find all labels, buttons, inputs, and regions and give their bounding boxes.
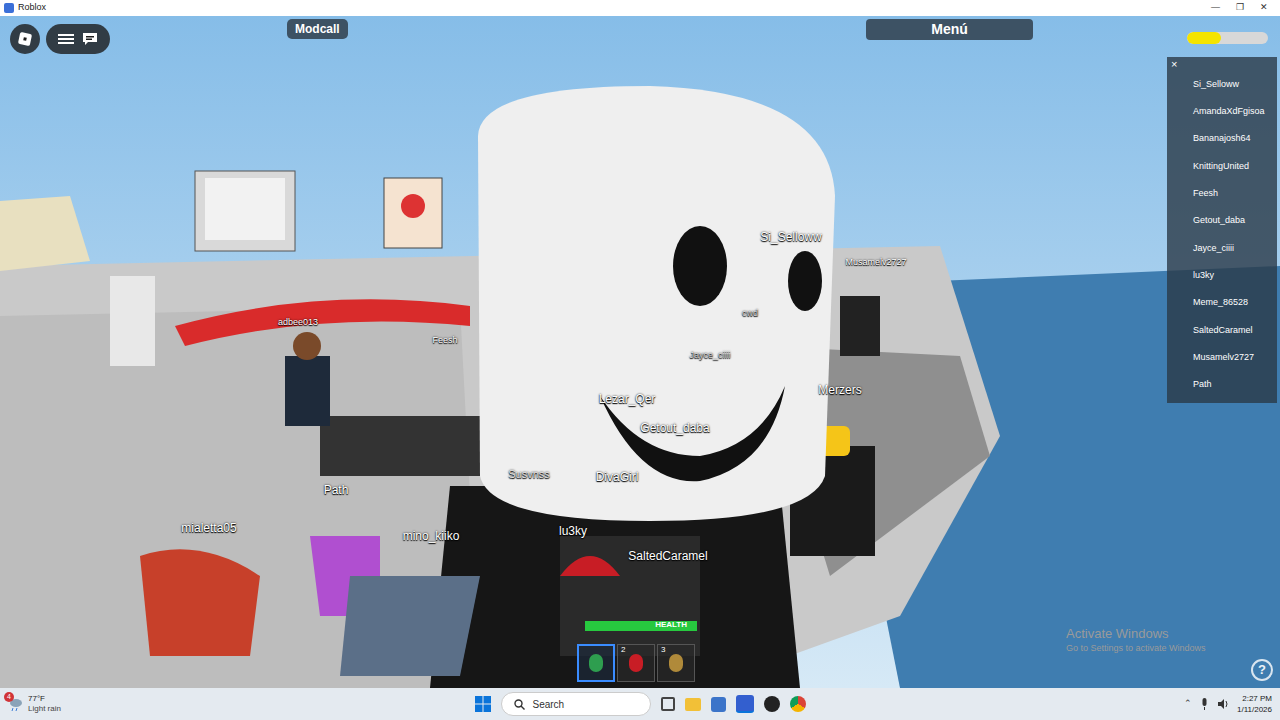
close-button[interactable]: × [1167, 57, 1277, 71]
clock-time[interactable]: 2:27 PM [1242, 693, 1272, 704]
player-row[interactable]: lu3ky [1167, 262, 1277, 289]
hamburger-icon[interactable] [58, 33, 74, 45]
modcall-button[interactable]: Modcall [287, 19, 348, 39]
taskbar: 4 77°F Light rain Search ⌃ 2:27 PM 1/11/… [0, 688, 1280, 720]
game-view[interactable]: Modcall Menú × Si_SellowwAmandaXdFgisoaB… [0, 16, 1280, 688]
chat-icon[interactable] [82, 32, 98, 46]
search-icon [514, 699, 525, 710]
player-name-tag: Jayce_ciiii [689, 349, 730, 363]
player-row[interactable]: KnittingUnited [1167, 153, 1277, 180]
window-title: Roblox [18, 1, 46, 15]
search-label: Search [533, 697, 565, 712]
volume-icon[interactable] [1217, 698, 1229, 710]
item-icon [669, 654, 683, 672]
close-button[interactable]: ✕ [1260, 1, 1268, 15]
player-row[interactable]: SaltedCaramel [1167, 317, 1277, 344]
item-icon [629, 654, 643, 672]
notification-badge: 4 [4, 692, 14, 702]
tray-chevron-icon[interactable]: ⌃ [1184, 697, 1192, 711]
roblox-app-icon [4, 3, 14, 13]
player-row[interactable]: Bananajosh64 [1167, 126, 1277, 153]
folder-icon[interactable] [685, 698, 701, 711]
scene-icon [0, 16, 1280, 688]
health-label: HEALTH [655, 620, 687, 630]
player-name-tag: DivaGirl [596, 468, 639, 486]
minimize-button[interactable]: — [1211, 1, 1220, 15]
watermark-title: Activate Windows [1066, 626, 1206, 642]
player-name-tag: Si_Selloww [760, 228, 821, 246]
hotbar-slot[interactable]: 3 [657, 644, 695, 682]
windows-start-icon[interactable] [475, 696, 491, 712]
slot-number: 2 [621, 646, 625, 654]
player-list: × Si_SellowwAmandaXdFgisoaBananajosh64Kn… [1167, 57, 1277, 403]
player-name-tag: Merzers [818, 381, 861, 399]
watermark-subtitle: Go to Settings to activate Windows [1066, 642, 1206, 654]
store-icon[interactable] [711, 697, 726, 712]
player-row[interactable]: Meme_86528 [1167, 289, 1277, 316]
player-row[interactable]: AmandaXdFgisoa [1167, 98, 1277, 125]
player-row[interactable]: Si_Selloww [1167, 71, 1277, 98]
task-view-icon[interactable] [661, 697, 675, 711]
player-name-tag: adbee013 [278, 316, 318, 330]
player-name-tag: Getout_daba [640, 419, 709, 437]
search-box[interactable]: Search [501, 692, 651, 716]
maximize-button[interactable]: ❐ [1236, 1, 1244, 15]
health-track: HEALTH [585, 621, 697, 631]
roblox-logo-icon [17, 31, 33, 47]
top-controls [46, 24, 110, 54]
player-row[interactable]: Jayce_ciiii [1167, 235, 1277, 262]
player-name-tag: Musamelv2727 [845, 256, 906, 270]
roblox-taskbar-icon[interactable] [736, 695, 754, 713]
hotbar-slot[interactable] [577, 644, 615, 682]
player-name-tag: mino_kiiko [403, 527, 460, 545]
menu-button[interactable]: Menú [866, 19, 1033, 40]
clock-date[interactable]: 1/11/2026 [1237, 704, 1272, 715]
temperature: 77°F [28, 694, 61, 704]
app-icon[interactable] [764, 696, 780, 712]
player-name-tag: cwd [742, 307, 758, 321]
player-name-tag: Lezar_Qer [599, 390, 656, 408]
item-icon [589, 654, 603, 672]
weather-label: Light rain [28, 704, 61, 714]
hotbar-slot[interactable]: 2 [617, 644, 655, 682]
title-bar: Roblox — ❐ ✕ [0, 0, 1280, 16]
meter-fill [1187, 32, 1221, 44]
microphone-icon[interactable] [1200, 698, 1209, 710]
chrome-icon[interactable] [790, 696, 806, 712]
roblox-menu-button[interactable] [10, 24, 40, 54]
player-name-tag: lu3ky [559, 522, 587, 540]
player-name-tag: Path [324, 481, 349, 499]
player-name-tag: SaltedCaramel [628, 547, 707, 565]
help-button[interactable]: ? [1251, 659, 1273, 681]
slot-number: 3 [661, 646, 665, 654]
meter-track [1187, 32, 1268, 44]
player-row[interactable]: Musamelv2727 [1167, 344, 1277, 371]
hotbar: 23 [577, 644, 695, 682]
weather-widget[interactable]: 4 77°F Light rain [8, 694, 208, 714]
player-name-tag: mialetta05 [181, 519, 236, 537]
player-row[interactable]: Feesh [1167, 180, 1277, 207]
player-name-tag: Feesh [432, 334, 457, 348]
player-row[interactable]: Path [1167, 371, 1277, 398]
player-name-tag: Susvnss [508, 466, 550, 483]
player-row[interactable]: Getout_daba [1167, 207, 1277, 234]
